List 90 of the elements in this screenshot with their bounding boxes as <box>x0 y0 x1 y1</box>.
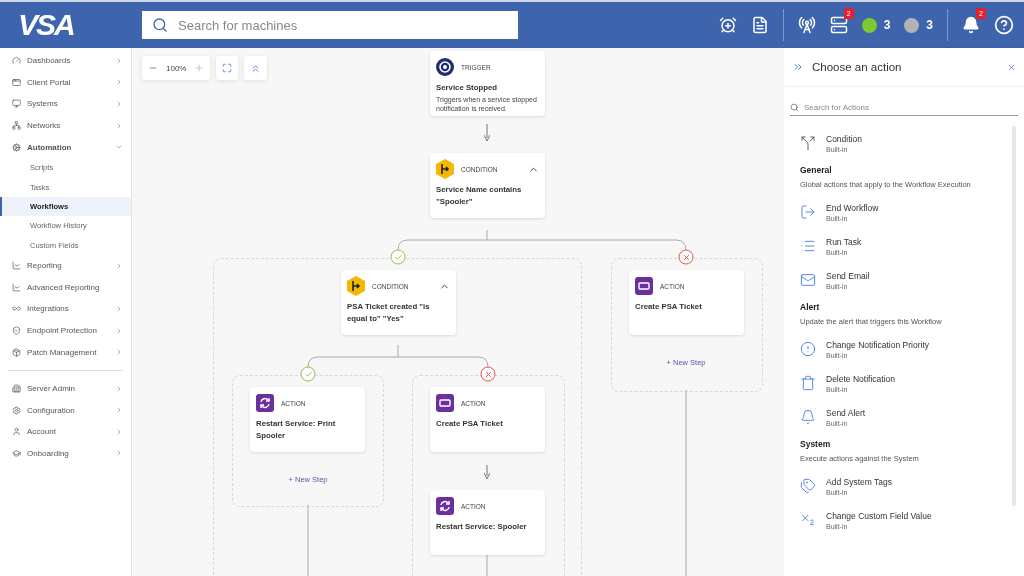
sidebar-item[interactable]: Advanced Reporting <box>0 276 131 299</box>
action-title: Condition <box>826 133 862 144</box>
section-heading: Alert <box>800 302 821 312</box>
refresh-icon <box>436 497 454 515</box>
action-title: Send Alert <box>826 407 866 418</box>
double-chevron-icon[interactable] <box>792 61 804 73</box>
chevron-right-icon <box>115 326 123 335</box>
action-title: Send Email <box>826 270 870 281</box>
radio-tower-icon[interactable] <box>797 16 816 34</box>
action-title: Change Notification Priority <box>826 339 929 350</box>
sidebar-item[interactable]: Account <box>0 421 131 443</box>
chevron-right-icon <box>115 78 123 87</box>
chevron-right-icon <box>115 449 123 458</box>
package-icon <box>12 347 21 357</box>
user-icon <box>12 427 21 437</box>
action-title: End Workflow <box>826 202 879 213</box>
gauge-icon <box>12 56 21 66</box>
fit-screen-icon <box>222 63 233 73</box>
refresh-icon <box>256 394 274 412</box>
connector-line <box>307 504 309 576</box>
sidebar-item[interactable]: Reporting <box>0 254 131 277</box>
sidebar-item[interactable]: Configuration <box>0 399 131 422</box>
arrow <box>483 464 491 480</box>
chevron-right-icon <box>115 427 123 436</box>
status-count: 3 <box>883 18 891 32</box>
infinity-icon <box>12 304 21 314</box>
action-title: Run Task <box>826 236 862 247</box>
settings-icon <box>12 405 21 415</box>
plus-icon <box>194 63 205 73</box>
branch-icon <box>436 159 454 179</box>
sidebar-item[interactable]: Systems <box>0 93 131 115</box>
graduation-cap-icon <box>12 448 21 458</box>
chart-icon <box>12 282 21 292</box>
sidebar-item[interactable]: Client Portal <box>0 71 131 94</box>
action-title: Add System Tags <box>826 476 892 487</box>
fit-screen-button[interactable] <box>222 63 233 73</box>
gears-icon <box>12 142 21 152</box>
server-icon[interactable] <box>829 16 848 34</box>
sidebar-item[interactable]: Onboarding <box>0 442 131 465</box>
mail-icon <box>800 272 816 288</box>
monitor-icon <box>12 99 21 109</box>
section-heading: System <box>800 439 832 449</box>
alarm-clock-icon[interactable] <box>718 16 737 34</box>
document-icon[interactable] <box>750 16 769 34</box>
arrow <box>483 123 491 142</box>
sidebar-item[interactable]: Networks <box>0 114 131 137</box>
trash-icon <box>800 375 816 391</box>
close-icon[interactable] <box>1007 62 1016 72</box>
status-count: 3 <box>926 18 933 32</box>
sidebar-item[interactable]: Server Admin <box>0 377 131 400</box>
ticket-icon <box>635 277 653 295</box>
bell-icon[interactable] <box>962 16 980 34</box>
branch-icon <box>800 135 816 151</box>
help-icon[interactable] <box>994 15 1014 35</box>
sidebar-item[interactable]: Integrations <box>0 298 131 320</box>
exit-icon <box>800 204 816 220</box>
chevron-right-icon <box>115 304 123 313</box>
tags-icon <box>800 478 816 494</box>
search-icon <box>152 17 168 33</box>
sidebar-item[interactable]: Patch Management <box>0 341 131 363</box>
bell-icon <box>800 409 816 425</box>
list-icon <box>800 238 816 254</box>
chevron-right-icon <box>115 348 123 357</box>
panel-title: Choose an action <box>812 61 903 73</box>
action-title: Change Custom Field Value <box>826 510 932 521</box>
sidebar-item[interactable]: Dashboards <box>0 50 131 72</box>
subscript-icon <box>800 512 816 528</box>
section-heading: General <box>800 165 833 175</box>
zoom-level: 100% <box>166 63 187 73</box>
shield-icon <box>12 326 21 335</box>
alert-icon <box>800 341 816 357</box>
logo: VSA <box>17 8 75 42</box>
action-title: Delete Notification <box>826 373 895 384</box>
building-icon <box>12 384 21 394</box>
chevron-right-icon <box>115 100 123 108</box>
search-icon <box>790 102 799 112</box>
ticket-icon <box>436 394 454 412</box>
chevron-right-icon <box>115 384 123 393</box>
sidebar-item[interactable]: Endpoint Protection <box>0 319 131 342</box>
chart-icon <box>12 261 21 271</box>
window-icon <box>12 77 21 87</box>
chevron-right-icon <box>115 406 123 415</box>
branch-icon <box>347 276 365 296</box>
chevron-right-icon <box>115 261 123 270</box>
network-icon <box>12 121 21 131</box>
chevron-right-icon <box>115 121 123 130</box>
sidebar-item[interactable]: Automation <box>0 136 131 158</box>
connector-line <box>486 554 488 576</box>
target-icon <box>436 58 454 76</box>
chevron-right-icon <box>115 56 123 65</box>
